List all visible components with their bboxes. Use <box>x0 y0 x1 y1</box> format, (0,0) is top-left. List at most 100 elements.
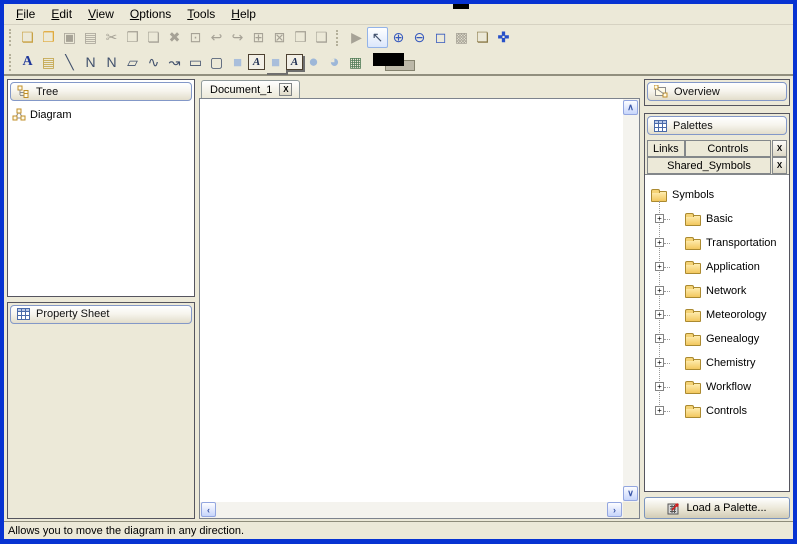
close-document-icon[interactable]: X <box>279 83 292 96</box>
overview-icon <box>654 85 668 98</box>
palette-folder-item[interactable]: Workflow <box>651 375 787 399</box>
expand-icon[interactable] <box>655 238 664 247</box>
toolbar-grip[interactable] <box>9 29 14 46</box>
palette-folder-item[interactable]: Controls <box>651 399 787 423</box>
close-tab-icon[interactable]: X <box>772 140 787 157</box>
overview-window-icon[interactable]: ❏ <box>472 27 493 48</box>
palette-folder-item[interactable]: Network <box>651 279 787 303</box>
close-tab-icon[interactable]: X <box>772 157 787 174</box>
scroll-up-icon[interactable]: ∧ <box>623 100 638 115</box>
palette-folder-item[interactable]: Transportation <box>651 231 787 255</box>
arc-tool-icon[interactable]: ◕ <box>324 52 345 73</box>
spline-tool-icon[interactable]: ∿ <box>143 52 164 73</box>
tab-document-1[interactable]: Document_1 X <box>201 80 300 98</box>
expand-icon[interactable] <box>655 334 664 343</box>
fill-color-swatch[interactable] <box>373 53 404 66</box>
menu-edit[interactable]: Edit <box>43 5 80 23</box>
palette-folder-item[interactable]: Application <box>651 255 787 279</box>
main-toolbar: ❏❐▣▤✂❐❏✖⊡↩↪⊞⊠❒❑▶↖⊕⊖◻▩❏✜ <box>4 25 793 50</box>
tree-panel-title: Tree <box>36 86 58 98</box>
label-tool-icon[interactable]: A <box>248 54 265 70</box>
bring-to-front-icon[interactable]: ❒ <box>290 27 311 48</box>
cut-icon[interactable]: ✂ <box>101 27 122 48</box>
expand-selection-icon[interactable]: ⊠ <box>269 27 290 48</box>
scroll-down-icon[interactable]: ∨ <box>623 486 638 501</box>
shadow-rectangle-tool-icon[interactable]: ■ <box>265 52 286 73</box>
note-tool-icon[interactable]: ▤ <box>38 52 59 73</box>
polygon-tool-icon[interactable]: ▱ <box>122 52 143 73</box>
delete-icon[interactable]: ✖ <box>164 27 185 48</box>
expand-icon[interactable] <box>655 406 664 415</box>
expand-icon[interactable] <box>655 310 664 319</box>
expand-icon[interactable] <box>655 286 664 295</box>
ellipse-tool-icon[interactable]: ● <box>303 52 324 73</box>
zoom-fit-icon[interactable]: ◻ <box>430 27 451 48</box>
status-bar: Allows you to move the diagram in any di… <box>4 521 793 539</box>
scroll-left-icon[interactable]: ‹ <box>201 502 216 517</box>
palette-root-label: Symbols <box>672 189 714 201</box>
run-icon[interactable]: ▶ <box>346 27 367 48</box>
save-icon[interactable]: ▣ <box>59 27 80 48</box>
undo-icon[interactable]: ↩ <box>206 27 227 48</box>
load-palette-button[interactable]: Load a Palette... <box>644 497 790 519</box>
vertical-scrollbar[interactable]: ∧ ∨ <box>623 99 639 502</box>
palettes-panel-header[interactable]: Palettes <box>647 116 787 135</box>
palette-root-symbols[interactable]: Symbols <box>649 183 787 207</box>
toolbar-grip[interactable] <box>9 54 14 71</box>
tab-controls[interactable]: Controls <box>685 140 771 157</box>
menu-file[interactable]: File <box>8 5 43 23</box>
menu-help[interactable]: Help <box>223 5 264 23</box>
property-sheet-header[interactable]: Property Sheet <box>10 305 192 324</box>
line-tool-icon[interactable]: ╲ <box>59 52 80 73</box>
zoom-percent-icon[interactable]: ▩ <box>451 27 472 48</box>
right-column: Overview Palettes Links Controls <box>644 79 790 519</box>
image-tool-icon[interactable]: ▦ <box>345 52 366 73</box>
tab-shared-symbols[interactable]: Shared_Symbols <box>647 157 771 174</box>
overview-title: Overview <box>674 86 720 98</box>
filled-rectangle-tool-icon[interactable]: ■ <box>227 52 248 73</box>
tab-links[interactable]: Links <box>647 140 685 157</box>
app-window: File Edit View Options Tools Help ❏❐▣▤✂❐… <box>0 0 797 544</box>
spline-arrow-tool-icon[interactable]: ↝ <box>164 52 185 73</box>
overview-panel-header[interactable]: Overview <box>647 82 787 101</box>
expand-icon[interactable] <box>655 262 664 271</box>
open-folder-icon[interactable]: ❐ <box>38 27 59 48</box>
new-document-icon[interactable]: ❏ <box>17 27 38 48</box>
tree-panel-header[interactable]: Tree <box>10 82 192 101</box>
shrink-selection-icon[interactable]: ⊞ <box>248 27 269 48</box>
zoom-out-icon[interactable]: ⊖ <box>409 27 430 48</box>
palette-folder-label: Basic <box>706 213 733 225</box>
tree-item-diagram[interactable]: Diagram <box>10 107 192 123</box>
folder-icon <box>685 311 701 322</box>
menu-options[interactable]: Options <box>122 5 179 23</box>
print-icon[interactable]: ▤ <box>80 27 101 48</box>
send-to-back-icon[interactable]: ❑ <box>311 27 332 48</box>
paste-icon[interactable]: ❏ <box>143 27 164 48</box>
select-tool-icon[interactable]: ↖ <box>367 27 388 48</box>
zoom-in-icon[interactable]: ⊕ <box>388 27 409 48</box>
redo-icon[interactable]: ↪ <box>227 27 248 48</box>
menu-view[interactable]: View <box>80 5 122 23</box>
shadow-label-tool-icon[interactable]: A <box>286 54 303 70</box>
text-tool-icon[interactable]: A <box>17 52 38 73</box>
duplicate-icon[interactable]: ⊡ <box>185 27 206 48</box>
diagram-canvas[interactable] <box>200 99 623 502</box>
rounded-rectangle-tool-icon[interactable]: ▢ <box>206 52 227 73</box>
scroll-right-icon[interactable]: › <box>607 502 622 517</box>
polyline-tool-icon[interactable]: N <box>80 52 101 73</box>
palette-folder-item[interactable]: Meteorology <box>651 303 787 327</box>
expand-icon[interactable] <box>655 358 664 367</box>
horizontal-scrollbar[interactable]: ‹ › <box>200 502 623 518</box>
palette-folder-label: Meteorology <box>706 309 767 321</box>
expand-icon[interactable] <box>655 382 664 391</box>
palette-folder-item[interactable]: Genealogy <box>651 327 787 351</box>
pan-tool-icon[interactable]: ✜ <box>493 27 514 48</box>
expand-icon[interactable] <box>655 214 664 223</box>
palette-folder-item[interactable]: Basic <box>651 207 787 231</box>
rectangle-tool-icon[interactable]: ▭ <box>185 52 206 73</box>
copy-icon[interactable]: ❐ <box>122 27 143 48</box>
polyline-arrow-tool-icon[interactable]: N <box>101 52 122 73</box>
palette-folder-item[interactable]: Chemistry <box>651 351 787 375</box>
menu-tools[interactable]: Tools <box>179 5 223 23</box>
palette-folder-label: Controls <box>706 405 747 417</box>
